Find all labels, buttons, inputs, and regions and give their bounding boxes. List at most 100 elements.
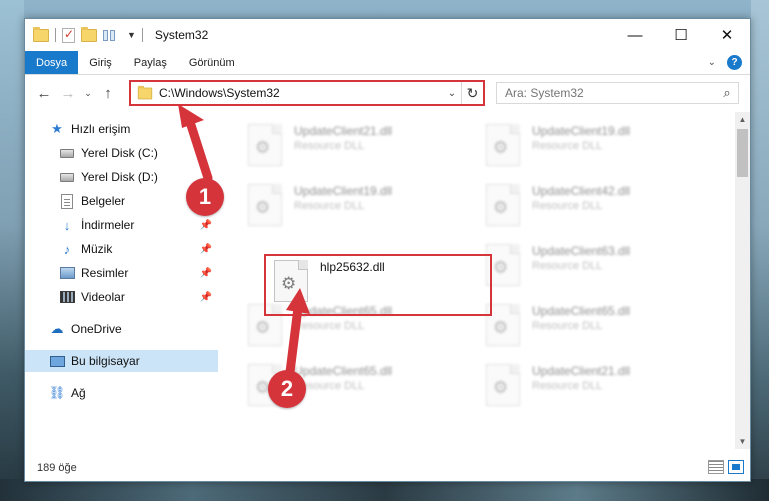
item-count: 189 öğe	[37, 462, 77, 474]
file-item[interactable]: ⚙ UpdateClient42.dll Resource DLL	[486, 184, 706, 236]
title-separator	[141, 28, 143, 42]
pin-icon[interactable]: 📌	[200, 244, 212, 255]
sidebar-item-label: Yerel Disk (C:)	[81, 146, 158, 160]
folder-icon[interactable]	[33, 26, 49, 42]
address-dropdown-icon[interactable]: ⌄	[443, 88, 461, 99]
close-button[interactable]: ✕	[704, 19, 750, 51]
sidebar-item-label: Belgeler	[81, 194, 126, 208]
explorer-window: ▼ System32 — ☐ ✕ Dosya Giriş Paylaş Görü…	[24, 18, 751, 482]
sidebar-item-local-disk-c[interactable]: Yerel Disk (C:)	[25, 142, 218, 164]
callout-1: 1	[186, 178, 224, 216]
cloud-icon: ☁	[50, 321, 64, 336]
network-icon: ⛓	[48, 385, 66, 400]
file-name: UpdateClient65.dll	[532, 304, 631, 318]
file-item[interactable]: ⚙ UpdateClient19.dll Resource DLL	[486, 124, 706, 176]
dll-file-icon: ⚙	[486, 184, 520, 226]
sidebar-item-quick-access[interactable]: ★ Hızlı erişim	[25, 118, 218, 140]
file-type: Resource DLL	[294, 140, 365, 152]
download-icon: ↓	[63, 217, 71, 233]
file-type: Resource DLL	[294, 380, 365, 392]
refresh-icon[interactable]: ↻	[461, 82, 483, 104]
minimize-button[interactable]: —	[612, 19, 658, 51]
documents-icon	[59, 193, 75, 209]
tab-share[interactable]: Paylaş	[123, 51, 178, 74]
file-name: UpdateClient65.dll	[294, 364, 393, 378]
sidebar-item-label: Ağ	[71, 386, 86, 400]
star-icon: ★	[51, 121, 63, 136]
tab-home[interactable]: Giriş	[78, 51, 123, 74]
file-highlight-box	[264, 254, 492, 316]
file-item[interactable]: ⚙ UpdateClient21.dll Resource DLL	[486, 364, 706, 416]
sidebar-item-music[interactable]: ♪ Müzik 📌	[25, 238, 218, 260]
sidebar-item-this-pc[interactable]: Bu bilgisayar	[25, 350, 218, 372]
window-title: System32	[154, 28, 209, 42]
sidebar-item-onedrive[interactable]: ☁ OneDrive	[25, 318, 218, 340]
file-type: Resource DLL	[532, 200, 603, 212]
file-name: UpdateClient42.dll	[532, 184, 631, 198]
dll-file-icon: ⚙	[248, 124, 282, 166]
title-bar: ▼ System32 — ☐ ✕	[25, 19, 750, 51]
customize-dropdown-icon[interactable]: ▼	[127, 30, 136, 40]
address-path[interactable]: C:\Windows\System32	[159, 86, 443, 100]
view-buttons	[708, 460, 744, 474]
properties-check-icon[interactable]	[62, 27, 75, 43]
sidebar-item-pictures[interactable]: Resimler 📌	[25, 262, 218, 284]
quick-access-toolbar: ▼	[25, 26, 143, 43]
sidebar-item-label: Resimler	[81, 266, 129, 280]
up-arrow-icon[interactable]: ↑	[97, 82, 119, 104]
search-icon[interactable]: ⌕	[716, 85, 738, 101]
status-bar: 189 öğe	[25, 455, 750, 481]
tab-view[interactable]: Görünüm	[178, 51, 246, 74]
music-icon: ♪	[63, 241, 71, 257]
file-type: Resource DLL	[532, 320, 603, 332]
maximize-button[interactable]: ☐	[658, 19, 704, 51]
file-item[interactable]: ⚙ UpdateClient19.dll Resource DLL	[248, 184, 468, 236]
sidebar-item-label: Bu bilgisayar	[71, 354, 140, 368]
videos-icon	[59, 289, 75, 305]
file-name: UpdateClient21.dll	[294, 124, 393, 138]
file-type: Resource DLL	[532, 260, 603, 272]
ribbon-tabs: Dosya Giriş Paylaş Görünüm ⌄ ?	[25, 51, 750, 75]
search-input[interactable]	[497, 86, 716, 100]
pin-icon[interactable]: 📌	[200, 292, 212, 303]
expand-ribbon-icon[interactable]: ⌄	[708, 57, 716, 68]
address-bar[interactable]: C:\Windows\System32 ⌄ ↻	[129, 80, 485, 106]
view-props-icon[interactable]	[103, 29, 121, 41]
forward-arrow-icon[interactable]: →	[57, 82, 79, 104]
drive-icon	[59, 169, 75, 185]
dll-file-icon: ⚙	[486, 124, 520, 166]
callout-2: 2	[268, 370, 306, 408]
search-box[interactable]: ⌕	[496, 82, 739, 104]
pictures-icon	[59, 265, 75, 281]
sidebar-item-label: Hızlı erişim	[71, 122, 131, 136]
main-area: ★ Hızlı erişim Yerel Disk (C:) Yerel Dis…	[25, 112, 750, 449]
sidebar-item-videos[interactable]: Videolar 📌	[25, 286, 218, 308]
file-name: UpdateClient63.dll	[532, 244, 631, 258]
details-view-icon[interactable]	[708, 460, 724, 474]
new-folder-icon[interactable]	[81, 26, 97, 42]
scroll-down-icon[interactable]: ▼	[735, 434, 750, 449]
help-icon[interactable]: ?	[727, 55, 742, 70]
pin-icon[interactable]: 📌	[200, 220, 212, 231]
back-arrow-icon[interactable]: ←	[33, 82, 55, 104]
vertical-scrollbar[interactable]: ▲ ▼	[735, 112, 750, 449]
file-item[interactable]: ⚙ UpdateClient63.dll Resource DLL	[486, 244, 706, 296]
scroll-up-icon[interactable]: ▲	[735, 112, 750, 127]
pin-icon[interactable]: 📌	[200, 268, 212, 279]
sidebar-item-label: İndirmeler	[81, 218, 135, 232]
sidebar-item-downloads[interactable]: ↓ İndirmeler 📌	[25, 214, 218, 236]
tab-file[interactable]: Dosya	[25, 51, 79, 74]
file-name: UpdateClient21.dll	[532, 364, 631, 378]
recent-locations-chevron-icon[interactable]: ⌄	[81, 82, 95, 104]
sidebar-item-label: Videolar	[81, 290, 125, 304]
file-item[interactable]: ⚙ UpdateClient65.dll Resource DLL	[486, 304, 706, 356]
file-type: Resource DLL	[532, 140, 603, 152]
sidebar-item-network[interactable]: ⛓ Ağ	[25, 382, 218, 404]
desktop-background-bottom	[0, 479, 769, 501]
pc-icon	[49, 353, 65, 369]
file-item[interactable]: ⚙ UpdateClient21.dll Resource DLL	[248, 124, 468, 176]
file-type: Resource DLL	[294, 320, 365, 332]
large-icons-view-icon[interactable]	[728, 460, 744, 474]
dll-file-icon: ⚙	[486, 364, 520, 406]
scrollbar-thumb[interactable]	[737, 129, 748, 177]
